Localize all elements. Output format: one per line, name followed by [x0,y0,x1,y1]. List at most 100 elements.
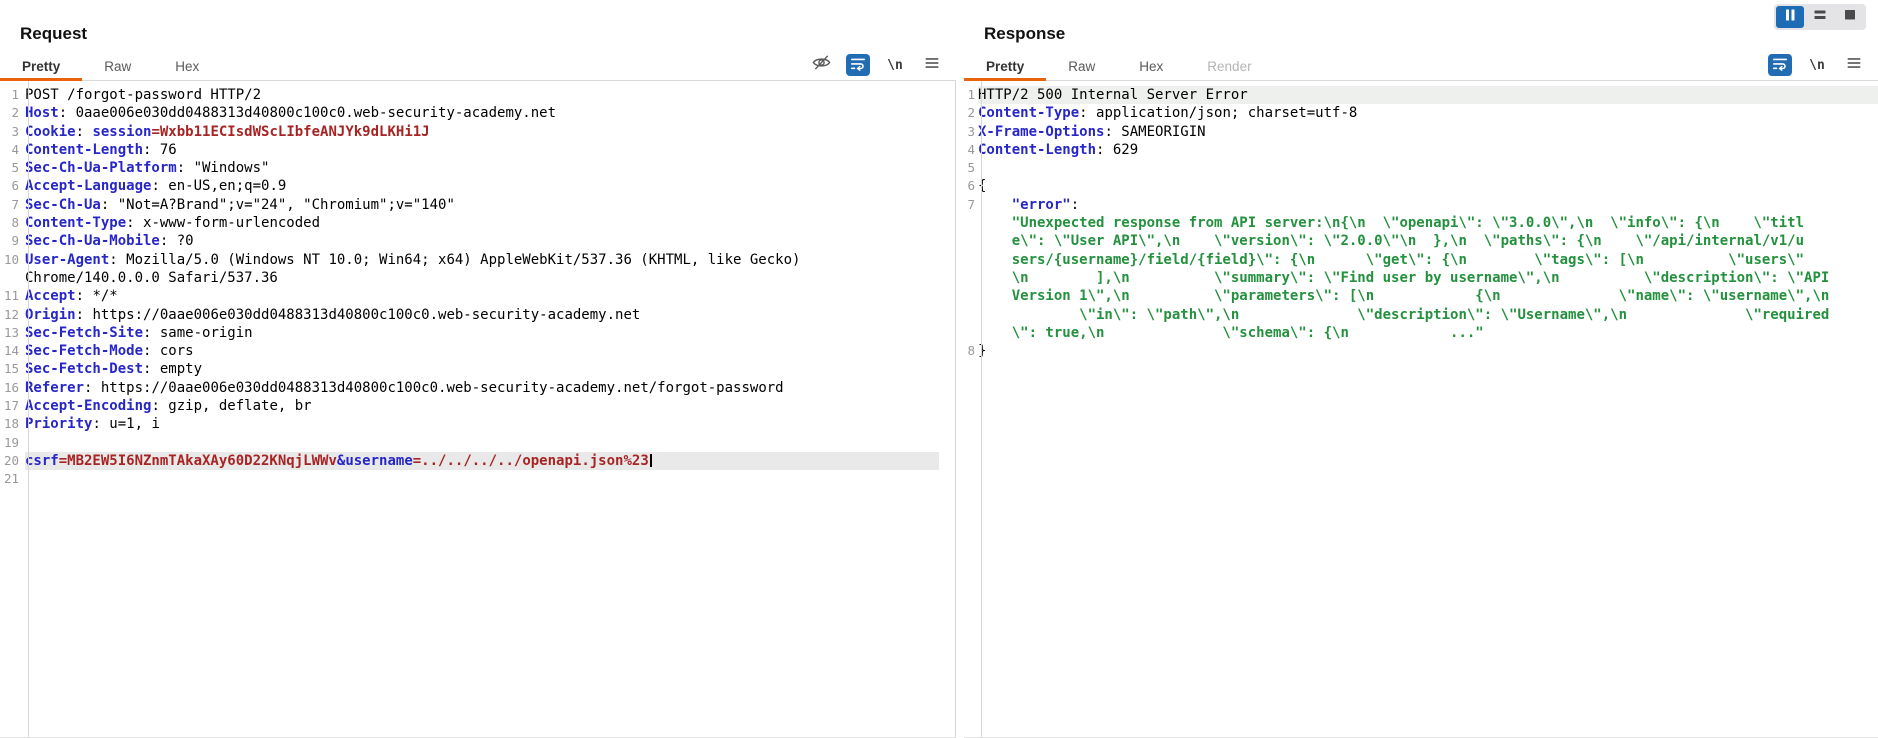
code-line: 4 Content-Length: 629 [964,141,1878,159]
columns-layout-icon [1776,4,1804,31]
request-panel: Request Pretty Raw Hex \n 1 POST /forgot… [0,0,956,738]
line-number: 5 [11,160,19,176]
code-text: Chrome/140.0.0.0 Safari/537.36 [25,269,278,286]
line-number: 9 [11,233,19,249]
code-line: 19 [0,434,939,452]
line-number: 5 [967,160,975,176]
eye-off-icon [811,52,832,78]
line-number: 8 [967,343,975,359]
nonprintable-chars-button[interactable]: \n [883,54,907,76]
code-text: csrf=MB2EW5I6NZnmTAkaXAy60D22KNqjLWWv&us… [25,451,939,471]
code-line: 9 Sec-Ch-Ua-Mobile: ?0 [0,232,939,250]
line-number: 12 [3,306,19,322]
code-line: 1 HTTP/2 500 Internal Server Error [964,86,1878,105]
visibility-toggle-button[interactable] [809,54,833,76]
code-text: sers/{username}/field/{field}\": {\n \"g… [1011,251,1805,268]
tab-raw[interactable]: Raw [82,54,153,80]
line-number: 3 [967,123,975,139]
code-line: sers/{username}/field/{field}\": {\n \"g… [964,251,1878,269]
line-number: 10 [3,251,19,267]
line-number: 3 [11,123,19,139]
code-text: "error": [1011,196,1080,213]
code-line: 12 Origin: https://0aae006e030dd0488313d4… [0,306,939,324]
columns-layout-button[interactable] [1776,6,1804,28]
editor-menu-button[interactable] [1842,54,1866,76]
code-text: Sec-Ch-Ua-Platform: "Windows" [25,160,270,177]
response-editor[interactable]: 1 HTTP/2 500 Internal Server Error 2 Conten… [964,81,1878,738]
code-text: Accept: */* [25,288,118,305]
tab-pretty[interactable]: Pretty [964,54,1047,81]
line-number: 20 [3,452,19,468]
panel-splitter[interactable] [956,0,964,738]
hamburger-menu-icon [1845,54,1863,77]
line-number: 1 [11,87,19,102]
nonprintable-chars-button[interactable]: \n [1805,54,1829,76]
request-toolbar: \n [809,52,944,78]
line-number: 6 [967,178,975,194]
response-tabbar: Pretty Raw Hex Render [964,54,1878,81]
code-text: Sec-Fetch-Mode: cors [25,343,194,360]
code-line: 8 Content-Type: x-www-form-urlencoded [0,214,939,232]
line-number: 4 [967,141,975,157]
code-text: Sec-Fetch-Site: same-origin [25,324,253,341]
line-number [0,269,25,287]
tab-hex[interactable]: Hex [153,54,221,80]
code-text: \"in\": \"path\",\n \"description\": \"U… [1011,306,1830,323]
combined-layout-icon [1836,4,1864,31]
response-toolbar: \n [1768,52,1866,78]
line-number: 13 [3,324,19,340]
code-text: POST /forgot-password HTTP/2 [25,87,262,103]
code-line: "Unexpected response from API server:\n{… [964,214,1878,232]
tab-render: Render [1207,59,1252,74]
code-line: Version 1\",\n \"parameters\": [\n {\n \… [964,287,1878,305]
line-number: 19 [3,434,19,450]
code-line: 6{ [964,177,1878,195]
rows-layout-button[interactable] [1806,6,1834,28]
line-number: 4 [11,141,19,157]
line-number [964,287,978,305]
code-text: Version 1\",\n \"parameters\": [\n {\n \… [1011,288,1830,305]
code-text: Priority: u=1, i [25,416,160,433]
code-line: 11 Accept: */* [0,287,939,305]
word-wrap-button[interactable] [1768,54,1792,76]
code-text: User-Agent: Mozilla/5.0 (Windows NT 10.0… [25,251,801,268]
code-line: e\": \"User API\",\n \"version\": \"2.0.… [964,232,1878,250]
code-text: "Unexpected response from API server:\n{… [1011,215,1805,232]
code-text: Sec-Ch-Ua: "Not=A?Brand";v="24", "Chromi… [25,196,455,213]
line-number [964,214,978,232]
code-line: 4 Content-Length: 76 [0,141,939,159]
line-number: 21 [3,471,19,487]
code-line: 3 Cookie: session=Wxbb11ECIsdWScLIbfeANJY… [0,123,939,141]
line-number: 2 [11,105,19,121]
line-number: 7 [967,196,975,212]
response-panel: Response Pretty Raw Hex Render \n 1 HTTP… [964,0,1878,738]
code-text: Content-Length: 76 [25,141,177,158]
line-number [964,306,978,324]
code-line: 16 Referer: https://0aae006e030dd0488313d… [0,379,939,397]
tab-hex[interactable]: Hex [1117,54,1185,80]
word-wrap-button[interactable] [846,54,870,76]
word-wrap-icon [849,55,867,76]
code-text: Content-Type: application/json; charset=… [978,105,1358,122]
line-number [964,251,978,269]
code-text: HTTP/2 500 Internal Server Error [978,86,1878,105]
code-line: \": true,\n \"schema\": {\n ..." [964,324,1878,342]
editor-menu-button[interactable] [920,54,944,76]
newline-icon: \n [887,57,903,73]
code-text: } [978,343,987,360]
tab-raw[interactable]: Raw [1046,54,1117,80]
code-line: 5 [964,159,1878,177]
word-wrap-icon [1771,55,1789,76]
layout-toggle-group [1774,4,1866,30]
code-line: 20 csrf=MB2EW5I6NZnmTAkaXAy60D22KNqjLWWv&… [0,451,939,471]
code-text: Accept-Language: en-US,en;q=0.9 [25,178,287,195]
code-text: Accept-Encoding: gzip, deflate, br [25,398,312,415]
request-editor[interactable]: 1 POST /forgot-password HTTP/2 2 Host: 0aae… [0,81,956,738]
code-line: 7 Sec-Ch-Ua: "Not=A?Brand";v="24", "Chrom… [0,196,939,214]
combined-layout-button[interactable] [1836,6,1864,28]
line-number [964,269,978,287]
code-line: 15 Sec-Fetch-Dest: empty [0,360,939,378]
tab-pretty[interactable]: Pretty [0,54,83,81]
code-text: Referer: https://0aae006e030dd0488313d40… [25,379,784,396]
